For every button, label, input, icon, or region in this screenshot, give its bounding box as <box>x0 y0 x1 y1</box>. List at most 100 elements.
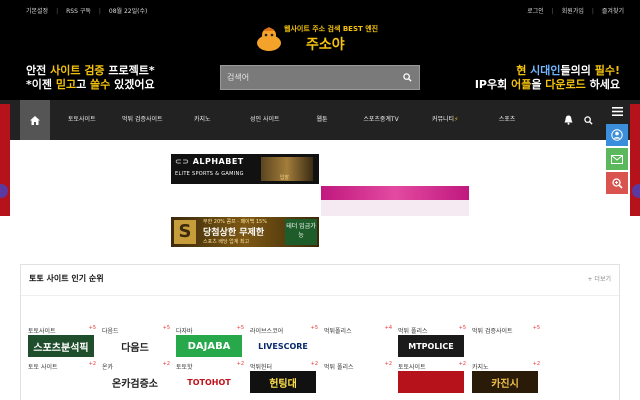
site-card-name: 다자바 <box>176 328 193 335</box>
logo-tagline: 웹사이트 주소 검색 BEST 엔진 <box>284 25 379 33</box>
search-button[interactable] <box>397 68 417 87</box>
site-card-logo[interactable]: TOTOHOT <box>176 371 242 393</box>
site-card-logo[interactable]: 다음드 <box>102 335 168 357</box>
site-card-name: 먹튀 검증사이트 <box>472 328 513 335</box>
site-card-logo[interactable]: LIVESCORE <box>250 335 316 357</box>
search-box <box>220 65 420 90</box>
side-banner-left[interactable] <box>0 104 10 216</box>
site-card-name: 토토사이트 <box>398 364 426 371</box>
logo-mascot-icon <box>257 27 281 51</box>
banner-gold-mark: S <box>174 220 196 244</box>
site-card-logo[interactable]: 헌팅대 <box>250 371 316 393</box>
site-card-logo[interactable] <box>472 335 538 357</box>
util-links-left: 기본설정 | RSS 구독 | 08월 22일(수) <box>26 6 148 15</box>
site-logo[interactable]: 웹사이트 주소 검색 BEST 엔진 주소야 <box>254 22 388 58</box>
side-banner-left-badge <box>0 184 8 198</box>
site-card-badge: +2 <box>236 361 244 367</box>
site-card-name: 토토 사이트 <box>28 364 58 371</box>
site-card-logo[interactable] <box>28 371 94 393</box>
search-input[interactable] <box>223 68 397 87</box>
site-card-name: 먹튀 폴리스 <box>324 364 354 371</box>
search-icon <box>583 115 593 125</box>
side-banner-right-badge <box>632 184 640 198</box>
nav-item-4[interactable]: 성인 사이트 <box>250 100 280 140</box>
nav-search-button[interactable] <box>580 112 596 128</box>
util-link-signup[interactable]: 회원가입 <box>562 6 584 15</box>
site-card-logo[interactable]: 온카검증소 <box>102 371 168 393</box>
util-link-bookmark[interactable]: 즐겨찾기 <box>602 6 624 15</box>
util-link-rss[interactable]: RSS 구독 <box>66 6 91 15</box>
home-icon <box>30 115 40 125</box>
nav-item-7[interactable]: 커뮤니티⚡ <box>432 100 458 140</box>
util-links-right: 로그인 | 회원가입 | 즐겨찾기 <box>527 6 624 15</box>
site-card-badge: +2 <box>88 361 96 367</box>
site-card-logo[interactable] <box>398 371 464 393</box>
site-card-badge: +4 <box>384 325 392 331</box>
util-link-settings[interactable]: 기본설정 <box>26 6 48 15</box>
site-card-name: 토토사이트 <box>28 328 56 335</box>
nav-item-3[interactable]: 카지노 <box>194 100 211 140</box>
site-card-badge: +5 <box>310 325 318 331</box>
search-plus-icon <box>611 177 623 189</box>
section-divider <box>21 295 619 296</box>
promo-text-right: 현 시대인들의의 필수! IP우회 어플을 다운로드 하세요 <box>474 64 620 91</box>
banner-pink[interactable] <box>321 186 469 216</box>
user-icon <box>611 129 623 141</box>
site-card-name: 다음드 <box>102 328 119 335</box>
site-card-name: 온카 <box>102 364 114 371</box>
site-card-name: 토토핫 <box>176 364 193 371</box>
quick-search-button[interactable] <box>606 172 628 194</box>
site-card-logo[interactable]: 스포츠분석픽 <box>28 335 94 357</box>
site-card-name: 먹튀헌터 <box>250 364 273 371</box>
banner-alphabet-cta: 입장 <box>279 175 289 181</box>
logo-name: 주소야 <box>306 37 345 53</box>
quick-message-button[interactable] <box>606 148 628 170</box>
banner-gold-tag: 테더 입금가능 <box>285 219 317 245</box>
nav-item-1[interactable]: 토토사이트 <box>68 100 96 140</box>
menu-icon <box>611 106 623 116</box>
banner-gold-line1: 무한 20% 콤프 · 페이백 15% <box>203 219 267 225</box>
banner-alphabet-subtitle: ELITE SPORTS & GAMING <box>175 171 244 177</box>
banner-alphabet[interactable]: ⊂⊃ ALPHABET ELITE SPORTS & GAMING 입장 <box>171 154 319 184</box>
site-card-badge: +5 <box>162 325 170 331</box>
util-link-login[interactable]: 로그인 <box>527 6 544 15</box>
promo-text-left: 안전 사이트 검증 프로젝트* *이젠 믿고고 쓸수 있겠어요 <box>26 64 155 91</box>
site-card-logo[interactable]: MTPOLICE <box>398 335 464 357</box>
site-card-logo[interactable] <box>324 371 390 393</box>
site-card-badge: +5 <box>88 325 96 331</box>
side-banner-right[interactable] <box>630 104 640 216</box>
message-icon <box>611 154 623 164</box>
banner-gold[interactable]: S 무한 20% 콤프 · 페이백 15% 당첨상한 무제한 스포츠 배당 업계… <box>171 217 319 247</box>
util-date: 08월 22일(수) <box>108 8 148 15</box>
search-icon <box>402 73 412 82</box>
top-header: 기본설정 | RSS 구독 | 08월 22일(수) 로그인 | 회원가입 | 즐겨찾기 웹사이… <box>0 0 640 100</box>
banner-pink-strip <box>321 186 469 200</box>
section-title: 토토 사이트 인기 순위 <box>29 274 104 283</box>
nav-item-5[interactable]: 웹툰 <box>312 100 332 140</box>
site-card-name: 먹튀 폴리스 <box>398 328 428 335</box>
site-card-name: 먹튀폴리스 <box>324 328 352 335</box>
site-card-name: 라이브스코어 <box>250 328 284 335</box>
site-card-logo[interactable] <box>324 335 390 357</box>
site-card-badge: +5 <box>458 325 466 331</box>
banner-gold-line3: 스포츠 배당 업계 최고 <box>203 239 250 245</box>
main-nav: 토토사이트 먹튀 검증사이트 카지노 성인 사이트 웹툰 스포츠중계TV 커뮤니… <box>0 100 640 140</box>
nav-home-button[interactable] <box>20 100 50 140</box>
site-card-name: 카지노 <box>472 364 489 371</box>
site-card-badge: +5 <box>532 325 540 331</box>
quick-user-button[interactable] <box>606 124 628 146</box>
banner-alphabet-title: ⊂⊃ ALPHABET <box>175 157 244 166</box>
menu-button[interactable] <box>606 100 628 122</box>
site-card-logo[interactable]: DAJABA <box>176 335 242 357</box>
site-card-badge: +2 <box>458 361 466 367</box>
site-card-badge: +2 <box>162 361 170 367</box>
nav-bell-button[interactable] <box>560 112 576 128</box>
site-card-logo[interactable]: 카진시 <box>472 371 538 393</box>
nav-item-8[interactable]: 스포츠 <box>494 100 520 140</box>
site-card-badge: +2 <box>384 361 392 367</box>
nav-item-6[interactable]: 스포츠중계TV <box>360 100 402 140</box>
nav-item-2[interactable]: 먹튀 검증사이트 <box>122 100 163 140</box>
site-card-badge: +2 <box>310 361 318 367</box>
section-more-link[interactable]: + 더보기 <box>588 274 612 283</box>
site-card-badge: +2 <box>532 361 540 367</box>
